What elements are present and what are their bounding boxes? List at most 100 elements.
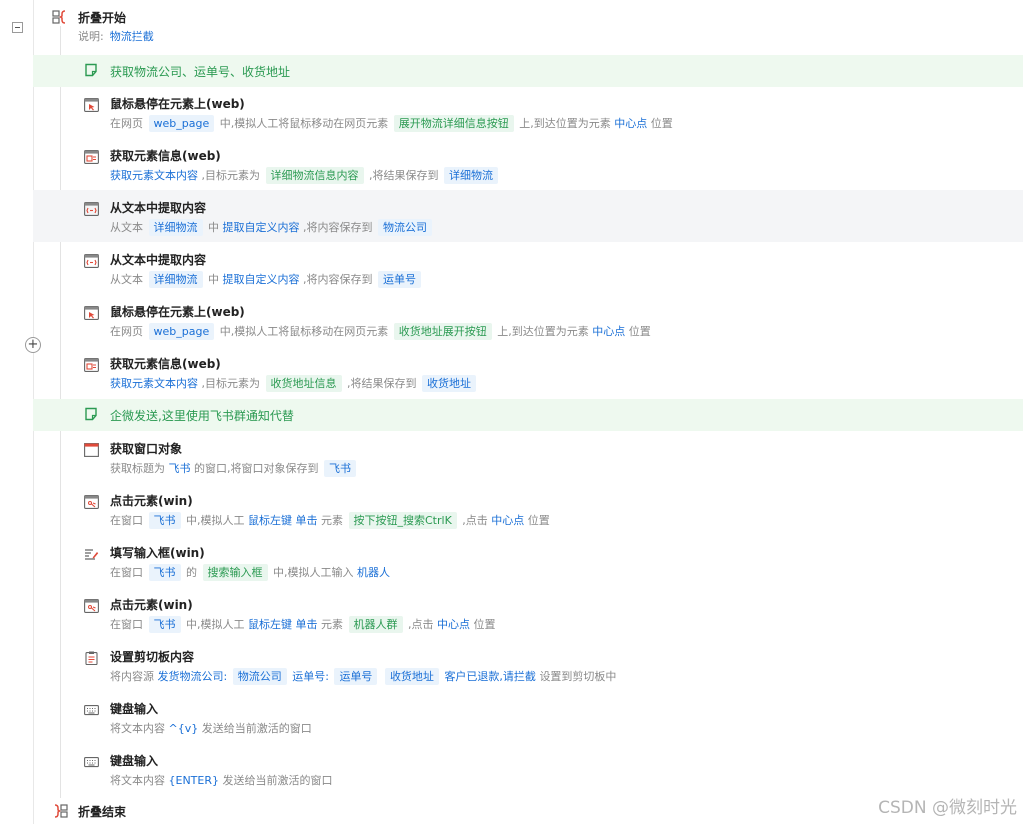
element-chip: 收货地址信息 — [265, 375, 342, 392]
desc-text: 位置 — [473, 618, 496, 631]
step-title: 从文本中提取内容 — [110, 253, 207, 267]
fold-end-title[interactable]: 折叠结束 — [78, 803, 126, 820]
step-title: 从文本中提取内容 — [110, 201, 207, 215]
text-extract-icon — [84, 253, 99, 268]
step-description: 从文本 详细物流 中 提取自定义内容 ,将内容保存到 运单号 — [110, 271, 423, 289]
desc-text: 中,模拟人工将鼠标移动在网页元素 — [219, 117, 389, 130]
desc-text: 获取标题为 — [110, 462, 165, 475]
element-chip: 机器人群 — [348, 616, 403, 633]
add-step-icon[interactable]: + — [25, 337, 41, 353]
step-row[interactable]: 从文本中提取内容 从文本 详细物流 中 提取自定义内容 ,将内容保存到 物流公司 — [84, 197, 1023, 249]
step-row[interactable]: 鼠标悬停在元素上(web) 在网页 web_page 中,模拟人工将鼠标移动在网页… — [84, 301, 1023, 353]
step-row[interactable]: 鼠标悬停在元素上(web) 在网页 web_page 中,模拟人工将鼠标移动在网页… — [84, 93, 1023, 145]
variable-chip: 运单号 — [378, 271, 421, 288]
element-chip: 详细物流信息内容 — [265, 167, 364, 184]
step-title: 填写输入框(win) — [110, 546, 205, 560]
desc-text: ,将内容保存到 — [303, 273, 373, 286]
browser-info-icon — [84, 149, 99, 164]
step-title: 设置剪切板内容 — [110, 650, 195, 664]
step-row[interactable]: 点击元素(win) 在窗口 飞书 中,模拟人工 鼠标左键 单击 元素 机器人群 ,… — [84, 594, 1023, 646]
fold-end-icon — [54, 804, 68, 818]
desc-text: 设置到剪切板中 — [539, 670, 617, 683]
desc-text: ,点击 — [408, 618, 434, 631]
fold-start-title[interactable]: 折叠开始 — [78, 9, 126, 26]
variable-chip: web_page — [148, 323, 215, 340]
step-row[interactable]: 获取窗口对象 获取标题为 飞书 的窗口,将窗口对象保存到 飞书 — [84, 438, 1023, 490]
desc-text: ,将内容保存到 — [303, 221, 373, 234]
fold-desc-label: 说明: — [78, 30, 104, 43]
window-icon — [84, 442, 99, 457]
comment-text: 企微发送,这里使用飞书群通知代替 — [110, 409, 294, 423]
step-description: 将内容源 发货物流公司: 物流公司 运单号: 运单号 收货地址 客户已退款,请拦… — [110, 668, 616, 686]
step-title: 点击元素(win) — [110, 494, 193, 508]
fold-start-icon — [52, 10, 66, 24]
desc-text: 在窗口 — [110, 618, 143, 631]
desc-text: 将内容源 — [110, 670, 154, 683]
keyword-text: 中心点 — [491, 514, 525, 527]
variable-chip: 详细物流 — [148, 271, 203, 288]
element-chip: 按下按钮_搜索CtrlK — [348, 512, 457, 529]
keyword-text: 中心点 — [614, 117, 648, 130]
desc-text: 元素 — [321, 618, 343, 631]
variable-chip: 飞书 — [148, 564, 181, 581]
variable-chip: 物流公司 — [232, 668, 287, 685]
browser-hover-icon — [84, 305, 99, 320]
step-description: 在窗口 飞书 中,模拟人工 鼠标左键 单击 元素 按下按钮_搜索CtrlK ,点… — [110, 512, 550, 530]
click-element-icon — [84, 494, 99, 509]
desc-text: ,目标元素为 — [201, 377, 261, 390]
desc-text: 从文本 — [110, 221, 143, 234]
step-row[interactable]: 点击元素(win) 在窗口 飞书 中,模拟人工 鼠标左键 单击 元素 按下按钮_搜… — [84, 490, 1023, 542]
desc-text: 发送给当前激活的窗口 — [222, 774, 333, 787]
keyword-text: 飞书 — [168, 462, 191, 475]
desc-text: 的 — [186, 566, 197, 579]
desc-text: 从文本 — [110, 273, 143, 286]
keyword-text: ^{v} — [168, 722, 199, 735]
keyboard-icon — [84, 754, 99, 768]
desc-text: 中,模拟人工输入 — [273, 566, 354, 579]
desc-text: ,将结果保存到 — [369, 169, 439, 182]
keyword-text: 机器人 — [357, 566, 390, 579]
step-title: 鼠标悬停在元素上(web) — [110, 305, 245, 319]
keyword-text: 运单号: — [292, 670, 329, 683]
step-title: 获取元素信息(web) — [110, 357, 221, 371]
desc-text: 将文本内容 — [110, 722, 165, 735]
step-row[interactable]: 获取元素信息(web) 获取元素文本内容 ,目标元素为 详细物流信息内容 ,将结果… — [84, 145, 1023, 197]
desc-text: 位置 — [527, 514, 550, 527]
step-title: 键盘输入 — [110, 754, 159, 768]
step-description: 在网页 web_page 中,模拟人工将鼠标移动在网页元素 展开物流详细信息按钮… — [110, 115, 673, 133]
keyword-text: 获取元素文本内容 — [110, 377, 198, 390]
step-row[interactable]: 键盘输入 将文本内容 ^{v} 发送给当前激活的窗口 — [84, 698, 1023, 750]
keyword-text: {ENTER} — [168, 774, 220, 787]
step-row[interactable]: 从文本中提取内容 从文本 详细物流 中 提取自定义内容 ,将内容保存到 运单号 — [84, 249, 1023, 301]
element-chip: 展开物流详细信息按钮 — [393, 115, 514, 132]
keyword-text: 中心点 — [437, 618, 470, 631]
keyword-text: 提取自定义内容 — [222, 273, 300, 286]
variable-chip: 飞书 — [148, 616, 181, 633]
keyword-text: 单击 — [295, 618, 318, 631]
desc-text: 元素 — [321, 514, 343, 527]
step-description: 在窗口 飞书 中,模拟人工 鼠标左键 单击 元素 机器人群 ,点击 中心点 位置 — [110, 616, 496, 634]
step-row[interactable]: 获取元素信息(web) 获取元素文本内容 ,目标元素为 收货地址信息 ,将结果保存… — [84, 353, 1023, 405]
keyboard-icon — [84, 702, 99, 716]
element-chip: 搜索输入框 — [202, 564, 268, 581]
step-description: 在窗口 飞书 的 搜索输入框 中,模拟人工输入 机器人 — [110, 564, 390, 582]
browser-info-icon — [84, 357, 99, 372]
element-chip: 收货地址展开按钮 — [393, 323, 492, 340]
desc-text: 将文本内容 — [110, 774, 165, 787]
collapse-icon[interactable] — [12, 22, 23, 33]
step-row[interactable]: 设置剪切板内容将内容源 发货物流公司: 物流公司 运单号: 运单号 收货地址 客… — [84, 646, 1023, 698]
step-description: 在网页 web_page 中,模拟人工将鼠标移动在网页元素 收货地址展开按钮 上… — [110, 323, 651, 341]
desc-text: 中 — [208, 273, 219, 286]
keyword-text: 中心点 — [592, 325, 626, 338]
desc-text: 上,到达位置为元素 — [497, 325, 589, 338]
step-title: 获取元素信息(web) — [110, 149, 221, 163]
step-row[interactable]: 填写输入框(win) 在窗口 飞书 的 搜索输入框 中,模拟人工输入 机器人 — [84, 542, 1023, 594]
browser-hover-icon — [84, 97, 99, 112]
keyword-text: 获取元素文本内容 — [110, 169, 198, 182]
fold-description: 说明: 物流拦截 — [78, 28, 154, 44]
note-icon — [85, 407, 97, 421]
step-description: 获取元素文本内容 ,目标元素为 详细物流信息内容 ,将结果保存到 详细物流 — [110, 167, 500, 185]
watermark: CSDN @微刻时光 — [878, 798, 1017, 818]
desc-text: 在窗口 — [110, 514, 143, 527]
desc-text: 中,模拟人工 — [186, 618, 245, 631]
